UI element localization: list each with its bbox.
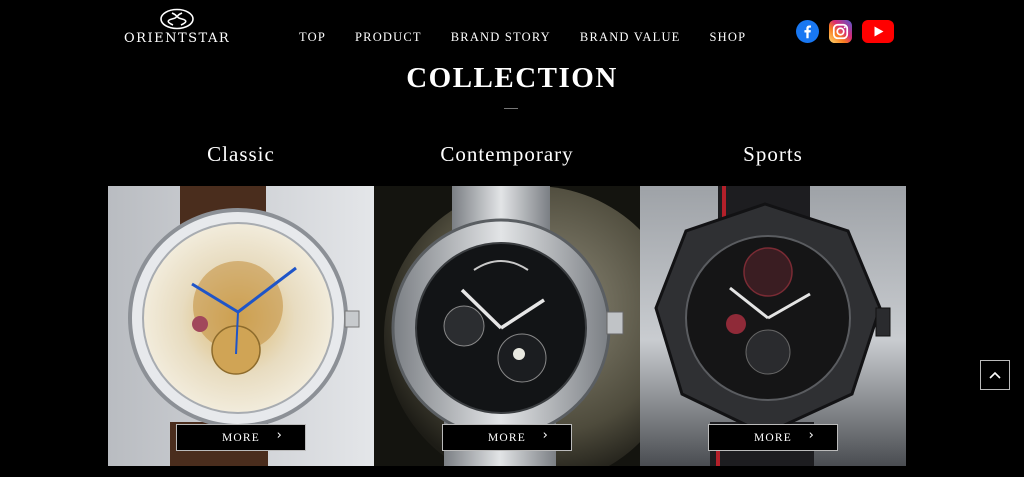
collection-card-contemporary[interactable]: Contemporary MORE › — [374, 142, 640, 466]
nav-item-shop[interactable]: SHOP — [710, 30, 747, 45]
collection-title: COLLECTION — [406, 62, 618, 94]
social-links — [796, 20, 904, 43]
more-button-sports[interactable]: MORE › — [708, 424, 838, 451]
nav-item-top[interactable]: TOP — [299, 30, 326, 45]
chevron-right-icon: › — [542, 428, 549, 443]
facebook-icon[interactable] — [796, 20, 819, 43]
card-title-sports: Sports — [743, 142, 803, 166]
collection-card-classic[interactable]: Classic MORE › — [108, 142, 374, 466]
nav-item-brand-value[interactable]: BRAND VALUE — [580, 30, 681, 45]
more-label: MORE — [221, 431, 261, 444]
card-title-contemporary: Contemporary — [440, 142, 574, 166]
orient-star-emblem-icon — [160, 8, 194, 30]
collection-cards: Classic MORE › Contemporary MORE › Sport… — [108, 142, 906, 466]
brand-logo[interactable]: ORIENTSTAR — [124, 8, 230, 48]
more-button-classic[interactable]: MORE › — [176, 424, 306, 451]
chevron-right-icon: › — [276, 428, 283, 443]
main-nav: TOP PRODUCT BRAND STORY BRAND VALUE SHOP — [299, 30, 775, 45]
collection-card-sports[interactable]: Sports MORE › — [640, 142, 906, 466]
nav-item-brand-story[interactable]: BRAND STORY — [451, 30, 551, 45]
title-divider — [504, 108, 518, 109]
more-button-contemporary[interactable]: MORE › — [442, 424, 572, 451]
nav-item-product[interactable]: PRODUCT — [355, 30, 422, 45]
youtube-icon[interactable] — [862, 20, 894, 43]
brand-name: ORIENTSTAR — [124, 31, 231, 46]
card-title-classic: Classic — [207, 142, 275, 166]
more-label: MORE — [753, 431, 793, 444]
chevron-right-icon: › — [808, 428, 815, 443]
more-label: MORE — [487, 431, 527, 444]
instagram-icon[interactable] — [829, 20, 852, 43]
chevron-up-icon — [989, 371, 1001, 379]
back-to-top-button[interactable] — [980, 360, 1010, 390]
